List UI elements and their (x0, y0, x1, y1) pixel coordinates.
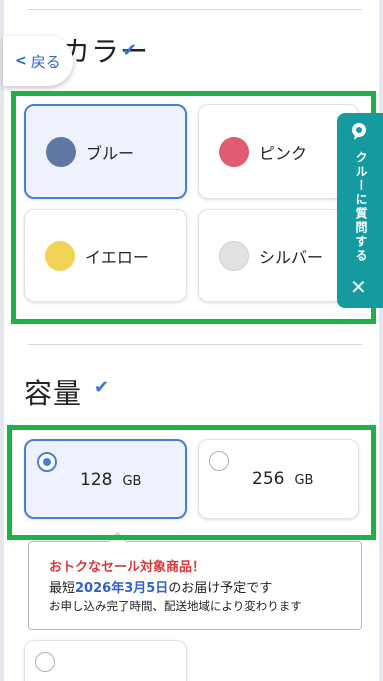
chevron-left-icon: < (15, 53, 27, 69)
top-divider (28, 9, 362, 10)
color-check-icon: ✔ (122, 40, 138, 61)
section-divider (28, 344, 362, 345)
sale-headline: おトクなセール対象商品！ (49, 560, 206, 575)
capacity-options-highlight (7, 425, 376, 540)
ask-crew-label: クルーに質問する (354, 151, 368, 263)
chat-bubble-icon (352, 123, 366, 140)
color-options-highlight (11, 91, 376, 324)
capacity-section-title: 容量 (24, 377, 83, 410)
back-button[interactable]: < 戻る (3, 36, 73, 86)
delivery-note: お申し込み完了時間、配送地域により変わります (49, 599, 302, 613)
next-option-card[interactable] (24, 640, 187, 681)
delivery-estimate: 最短2026年3月5日のお届け予定です (49, 581, 273, 596)
close-icon[interactable]: ✕ (350, 277, 367, 297)
back-label: 戻る (30, 52, 61, 71)
ask-crew-tab[interactable]: クルーに質問する ✕ (337, 113, 383, 308)
radio-unselected-icon (35, 652, 55, 672)
capacity-check-icon: ✔ (94, 377, 110, 398)
delivery-notice: おトクなセール対象商品！ 最短2026年3月5日のお届け予定です お申し込み完了… (28, 532, 362, 630)
